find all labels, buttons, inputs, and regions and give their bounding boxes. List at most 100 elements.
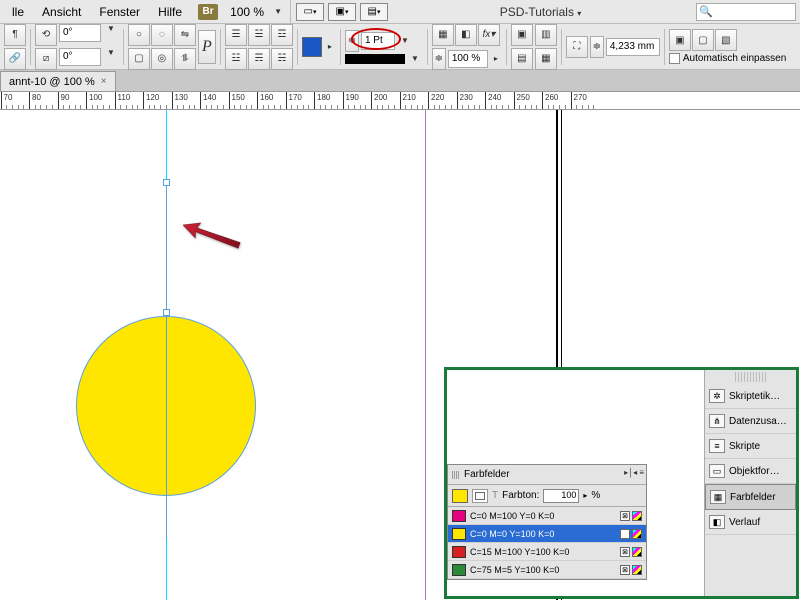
circle-solid-icon[interactable]: ○	[128, 24, 150, 46]
side-panel-item[interactable]: ▦Farbfelder	[705, 484, 796, 510]
fx-btn-b[interactable]: ◧	[455, 24, 477, 46]
search-icon: 🔍	[699, 5, 713, 18]
side-item-label: Skripte	[729, 441, 760, 452]
selection-handle-top[interactable]	[163, 179, 170, 186]
inset-screenshot: Farbfelder ▸│◂ ≡ T Farbton: 100 ▸ % C=0 …	[444, 367, 799, 599]
zoom-level[interactable]: 100 %	[226, 5, 268, 19]
selection-line	[166, 182, 167, 540]
fill-dropdown-icon[interactable]: ▸	[324, 42, 336, 51]
fit-2-icon[interactable]: ▤	[511, 48, 533, 70]
side-panel-item[interactable]: ▭Objektfor…	[705, 459, 796, 484]
target-icon[interactable]: ◎	[151, 48, 173, 70]
tint-dropdown-icon[interactable]: ▸	[583, 491, 587, 500]
horizontal-ruler: 7080901001101201301401501601701801902002…	[0, 92, 800, 110]
angle1-dropdown-icon[interactable]: ▼	[103, 24, 119, 46]
menubar: lle Ansicht Fenster Hilfe Br 100 % ▼ ▭▾ …	[0, 0, 800, 24]
opacity-stepper[interactable]: ≑	[432, 48, 446, 70]
side-item-icon: ⋔	[709, 414, 725, 428]
frame-3-icon[interactable]: ▧	[715, 29, 737, 51]
swatches-header: T Farbton: 100 ▸ %	[448, 485, 646, 507]
fill-swatch[interactable]	[302, 37, 322, 57]
crop-icon[interactable]: ⛶	[566, 36, 588, 58]
wrap-6-icon[interactable]: ☵	[271, 48, 293, 70]
circle-dashed-icon[interactable]: ◌	[151, 24, 173, 46]
stroke-style-dropdown-icon[interactable]: ▼	[407, 54, 423, 63]
canvas[interactable]: Farbfelder ▸│◂ ≡ T Farbton: 100 ▸ % C=0 …	[0, 110, 800, 600]
shear-icon[interactable]: ⧄	[35, 48, 57, 70]
fit-1-icon[interactable]: ▣	[511, 24, 533, 46]
flip-v-icon[interactable]: ⥮	[174, 48, 196, 70]
type-toggle-icon[interactable]: T	[492, 490, 498, 501]
zoom-dropdown-icon[interactable]: ▼	[270, 7, 286, 16]
tint-label: Farbton:	[502, 490, 539, 501]
selection-handle-mid[interactable]	[163, 309, 170, 316]
side-item-icon: ◧	[709, 515, 725, 529]
stroke-style[interactable]	[345, 54, 405, 64]
swatch-row[interactable]: C=0 M=0 Y=100 K=0⊠	[448, 525, 646, 543]
fx-btn-a[interactable]: ▦	[432, 24, 454, 46]
screen-mode-icon[interactable]: ▣▾	[328, 3, 356, 21]
paragraph-icon[interactable]: ¶	[4, 24, 26, 46]
panel-collapse-icon[interactable]: ▸│◂ ≡	[624, 468, 644, 477]
opacity-field[interactable]: 100 %	[448, 50, 488, 68]
angle2-field[interactable]: 0°	[59, 48, 101, 66]
stroke-weight-field[interactable]: 1 Pt	[361, 32, 395, 50]
stroke-dropdown-icon[interactable]: ▼	[397, 36, 413, 45]
side-panel-grip-icon[interactable]	[735, 372, 766, 382]
workspace-dropdown[interactable]: PSD-Tutorials ▾	[500, 5, 582, 19]
bridge-badge[interactable]: Br	[198, 4, 218, 20]
swatch-type-icon: ⊠	[620, 565, 630, 575]
swatches-panel: Farbfelder ▸│◂ ≡ T Farbton: 100 ▸ % C=0 …	[447, 464, 647, 580]
view-mode-icon[interactable]: ▭▾	[296, 3, 324, 21]
swatch-row[interactable]: C=0 M=100 Y=0 K=0⊠	[448, 507, 646, 525]
flip-h-icon[interactable]: ⇋	[174, 24, 196, 46]
arrange-icon[interactable]: ▤▾	[360, 3, 388, 21]
frame-2-icon[interactable]: ▢	[692, 29, 714, 51]
side-panel-item[interactable]: ≡ Skripte	[705, 434, 796, 459]
search-input[interactable]: 🔍	[696, 3, 796, 21]
fit-3-icon[interactable]: ▥	[535, 24, 557, 46]
document-tabbar: annt-10 @ 100 % ×	[0, 70, 800, 92]
swatches-tab[interactable]: Farbfelder ▸│◂ ≡	[448, 465, 646, 485]
tint-field[interactable]: 100	[543, 489, 579, 503]
side-panel: ✲Skriptetik…⋔Datenzusa… ≡ Skripte ▭Objektfo…	[704, 370, 796, 596]
wrap-3-icon[interactable]: ☲	[271, 24, 293, 46]
close-tab-icon[interactable]: ×	[101, 76, 107, 87]
side-item-label: Skriptetik…	[729, 391, 780, 402]
angle2-dropdown-icon[interactable]: ▼	[103, 48, 119, 70]
angle1-field[interactable]: 0°	[59, 24, 101, 42]
wrap-1-icon[interactable]: ☰	[225, 24, 247, 46]
swatch-row[interactable]: C=15 M=100 Y=100 K=0⊠	[448, 543, 646, 561]
swatch-type-icon: ⊠	[620, 529, 630, 539]
menu-window[interactable]: Fenster	[91, 3, 148, 21]
side-panel-item[interactable]: ⋔Datenzusa…	[705, 409, 796, 434]
chain-icon[interactable]: 🔗	[4, 48, 26, 70]
swatch-type-icon: ⊠	[620, 547, 630, 557]
width-field[interactable]: 4,233 mm	[606, 38, 660, 56]
autofit-checkbox[interactable]	[669, 53, 680, 64]
side-panel-item[interactable]: ◧Verlauf	[705, 510, 796, 535]
wrap-2-icon[interactable]: ☱	[248, 24, 270, 46]
fill-chip[interactable]	[452, 489, 468, 503]
wrap-4-icon[interactable]: ☳	[225, 48, 247, 70]
frame-1-icon[interactable]: ▣	[669, 29, 691, 51]
menu-view[interactable]: Ansicht	[34, 3, 89, 21]
swatch-row[interactable]: C=75 M=5 Y=100 K=0 ⊠	[448, 561, 646, 579]
side-item-icon: ≡	[709, 439, 725, 453]
p-icon[interactable]: P	[198, 30, 216, 64]
width-stepper[interactable]: ≑	[590, 36, 604, 58]
square-icon[interactable]: ▢	[128, 48, 150, 70]
rotate-icon[interactable]: ⟲	[35, 24, 57, 46]
document-tab[interactable]: annt-10 @ 100 % ×	[0, 71, 116, 91]
fx-button[interactable]: fx▾	[478, 24, 500, 46]
swatch-label: C=75 M=5 Y=100 K=0	[470, 565, 559, 575]
menu-help[interactable]: Hilfe	[150, 3, 190, 21]
side-panel-item[interactable]: ✲Skriptetik…	[705, 384, 796, 409]
swatches-title: Farbfelder	[464, 469, 510, 480]
opacity-dropdown-icon[interactable]: ▸	[490, 54, 502, 63]
wrap-5-icon[interactable]: ☴	[248, 48, 270, 70]
menu-file[interactable]: lle	[4, 3, 32, 21]
swatch-label: C=0 M=100 Y=0 K=0	[470, 511, 554, 521]
stroke-weight-stepper[interactable]: ≑	[345, 30, 359, 52]
fit-4-icon[interactable]: ▦	[535, 48, 557, 70]
